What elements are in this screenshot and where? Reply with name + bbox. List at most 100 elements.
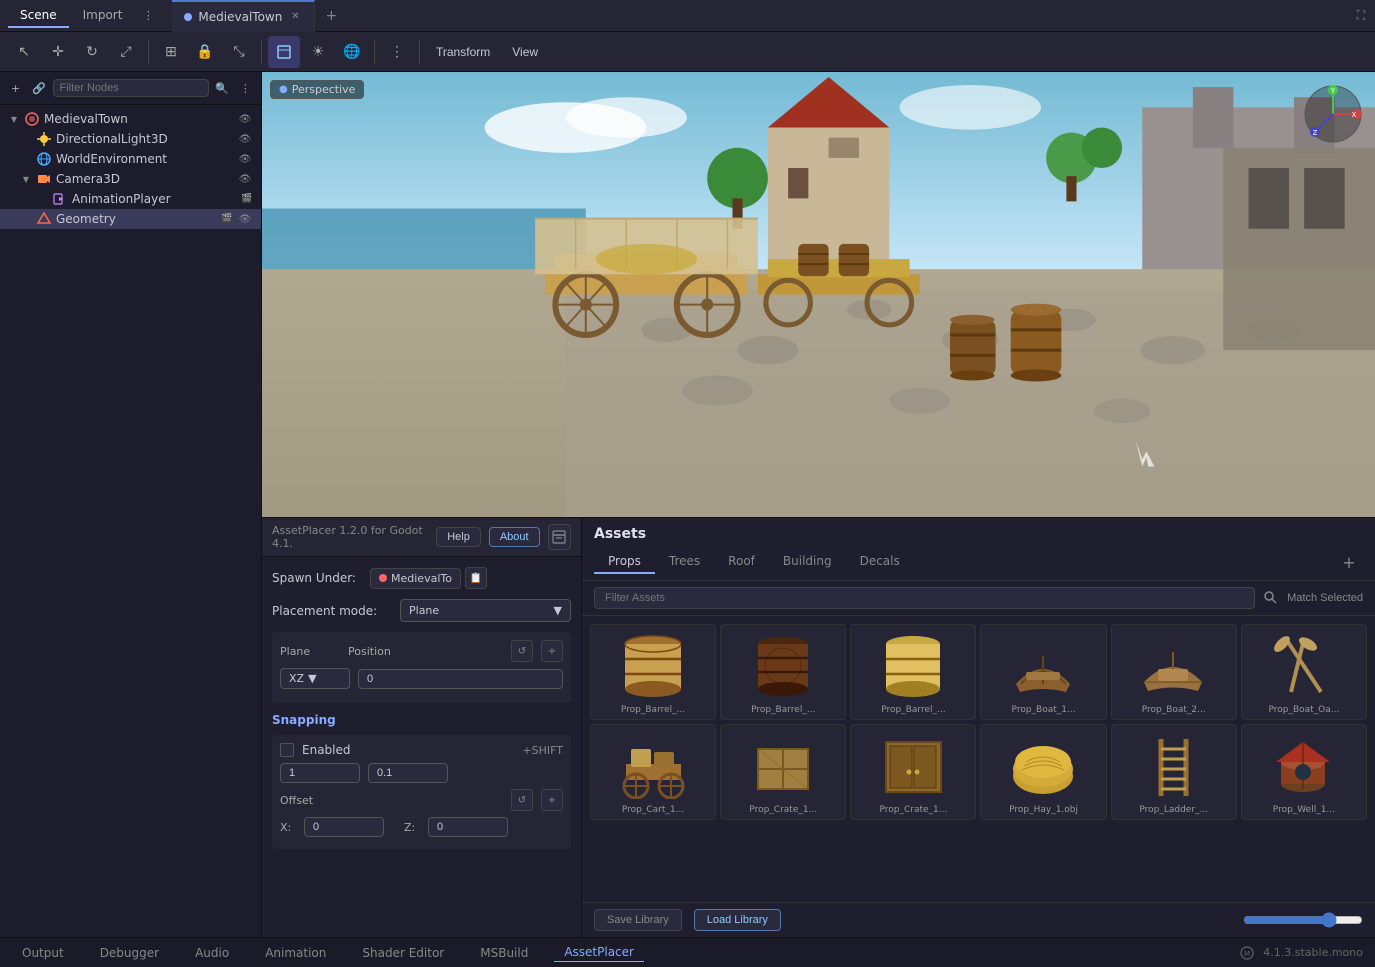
filter-nodes-input[interactable] [53, 79, 209, 97]
asset-name-well1: Prop_Well_1... [1246, 805, 1362, 815]
status-tab-shader[interactable]: Shader Editor [352, 944, 454, 962]
medieval-town-tab[interactable]: MedievalTown ✕ [172, 0, 315, 32]
tree-item-dirlight[interactable]: ▶ DirectionalLight3D 👁 [0, 129, 261, 149]
filter-assets-input[interactable] [594, 587, 1255, 609]
status-tab-msbuild[interactable]: MSBuild [470, 944, 538, 962]
snap-value-2[interactable] [368, 763, 448, 783]
add-node-btn[interactable]: + [6, 76, 25, 100]
tab-import[interactable]: Import [71, 4, 135, 28]
enabled-checkbox[interactable] [280, 743, 294, 757]
more-scene-btn[interactable]: ⋮ [236, 76, 255, 100]
save-library-btn[interactable]: Save Library [594, 909, 682, 931]
position-input[interactable] [358, 669, 563, 689]
archive-icon-btn[interactable] [548, 524, 571, 550]
status-tab-audio[interactable]: Audio [185, 944, 239, 962]
maximize-btn[interactable]: ⛶ [1347, 2, 1375, 30]
tree-item-camera[interactable]: ▼ Camera3D 👁 [0, 169, 261, 189]
search-btn[interactable]: 🔍 [213, 76, 232, 100]
asset-item-boatoar[interactable]: Prop_Boat_Oa... [1241, 624, 1367, 720]
visibility-btn-2[interactable]: 👁 [237, 151, 253, 167]
new-tab-btn[interactable]: + [319, 4, 343, 28]
asset-item-boat1[interactable]: Prop_Boat_1... [980, 624, 1106, 720]
asset-item-barrel3[interactable]: Prop_Barrel_... [850, 624, 976, 720]
add-position-btn[interactable]: + [541, 640, 563, 662]
status-tab-assetplacer[interactable]: AssetPlacer [554, 943, 644, 962]
lock-btn[interactable]: 🔒 [189, 36, 221, 68]
tree-item-animplayer[interactable]: ▶ AnimationPlayer 🎬 [0, 189, 261, 209]
move-tool[interactable]: ✛ [42, 36, 74, 68]
match-selected-btn[interactable]: Match Selected [1287, 592, 1363, 604]
visibility-btn-3[interactable]: 👁 [237, 171, 253, 187]
asset-item-barrel2[interactable]: Prop_Barrel_... [720, 624, 846, 720]
x-input[interactable] [304, 817, 384, 837]
asset-item-ladder1[interactable]: Prop_Ladder_... [1111, 724, 1237, 820]
snap-value-1[interactable] [280, 763, 360, 783]
zoom-slider[interactable] [1243, 912, 1363, 928]
about-btn[interactable]: About [489, 527, 540, 547]
status-tab-animation[interactable]: Animation [255, 944, 336, 962]
visibility-btn-1[interactable]: 👁 [237, 131, 253, 147]
instance-btn[interactable]: 🔗 [29, 76, 48, 100]
scale-tool[interactable]: ⤢ [110, 36, 142, 68]
asset-item-well1[interactable]: Prop_Well_1... [1241, 724, 1367, 820]
spawn-node-select-btn[interactable]: 📋 [465, 567, 487, 589]
tree-item-medievaltown[interactable]: ▼ MedievalTown 👁 [0, 109, 261, 129]
asset-name-cart1: Prop_Cart_1... [595, 805, 711, 815]
spawn-node-ref[interactable]: MedievalTo [370, 568, 461, 589]
asset-name-boatoar: Prop_Boat_Oa... [1246, 705, 1362, 715]
viewport-gizmo[interactable]: X Y Z [1303, 84, 1363, 144]
tab-scene[interactable]: Scene [8, 4, 69, 28]
assets-panel: Assets Props Trees Roof Building Decals … [582, 518, 1375, 937]
more-options-icon[interactable]: ⋮ [136, 4, 160, 28]
reset-position-btn[interactable]: ↺ [511, 640, 533, 662]
load-library-btn[interactable]: Load Library [694, 909, 781, 931]
expand-btn[interactable]: ⤡ [223, 36, 255, 68]
snap-grid-btn[interactable]: ⊞ [155, 36, 187, 68]
film-icon-geo: 🎬 [221, 213, 233, 225]
tree-item-worldenv[interactable]: ▶ WorldEnvironment 👁 [0, 149, 261, 169]
offset-row: Offset ↺ + [280, 789, 563, 811]
add-tab-btn[interactable]: + [1335, 548, 1363, 576]
offset-label: Offset [280, 794, 503, 807]
visibility-btn-0[interactable]: 👁 [237, 111, 253, 127]
asset-item-boat2[interactable]: Prop_Boat_2... [1111, 624, 1237, 720]
viewport-3d[interactable]: ● Perspective X Y Z [262, 72, 1375, 517]
light-btn[interactable]: ☀ [302, 36, 334, 68]
assets-search-row: Match Selected [582, 581, 1375, 616]
help-btn[interactable]: Help [436, 527, 481, 547]
more-btn[interactable]: ⋮ [381, 36, 413, 68]
z-input[interactable] [428, 817, 508, 837]
expand-arrow-3[interactable]: ▼ [20, 173, 32, 185]
select-tool[interactable]: ↖ [8, 36, 40, 68]
expand-arrow[interactable]: ▼ [8, 113, 20, 125]
tab-decals[interactable]: Decals [846, 550, 914, 574]
visibility-btn-5[interactable]: 👁 [237, 211, 253, 227]
tab-props[interactable]: Props [594, 550, 655, 574]
asset-item-cart1[interactable]: Prop_Cart_1... [590, 724, 716, 820]
status-tab-debugger[interactable]: Debugger [90, 944, 169, 962]
asset-item-barrel1[interactable]: Prop_Barrel_... [590, 624, 716, 720]
asset-item-hay1[interactable]: Prop_Hay_1.obj [980, 724, 1106, 820]
tree-item-geometry[interactable]: ▶ Geometry 🎬 👁 [0, 209, 261, 229]
reset-offset-btn[interactable]: ↺ [511, 789, 533, 811]
tab-roof[interactable]: Roof [714, 550, 769, 574]
env-btn[interactable]: 🌐 [336, 36, 368, 68]
rotate-tool[interactable]: ↻ [76, 36, 108, 68]
asset-item-crate1[interactable]: Prop_Crate_1... [720, 724, 846, 820]
axis-value: XZ [289, 672, 304, 685]
view-menu[interactable]: View [502, 41, 548, 63]
scene-toolbar: + 🔗 🔍 ⋮ [0, 72, 261, 105]
axis-dropdown[interactable]: XZ ▼ [280, 668, 350, 689]
tab-building[interactable]: Building [769, 550, 846, 574]
3d-view-btn[interactable] [268, 36, 300, 68]
tree-label-medievaltown: MedievalTown [44, 112, 233, 126]
placement-value: Plane [409, 604, 439, 617]
main-layout: + 🔗 🔍 ⋮ ▼ MedievalTown 👁 ▶ [0, 72, 1375, 937]
tab-close-btn[interactable]: ✕ [288, 10, 302, 24]
tab-trees[interactable]: Trees [655, 550, 714, 574]
placement-select[interactable]: Plane ▼ [400, 599, 571, 622]
transform-menu[interactable]: Transform [426, 41, 500, 63]
asset-item-crate2[interactable]: Prop_Crate_1... [850, 724, 976, 820]
status-tab-output[interactable]: Output [12, 944, 74, 962]
add-offset-btn[interactable]: + [541, 789, 563, 811]
